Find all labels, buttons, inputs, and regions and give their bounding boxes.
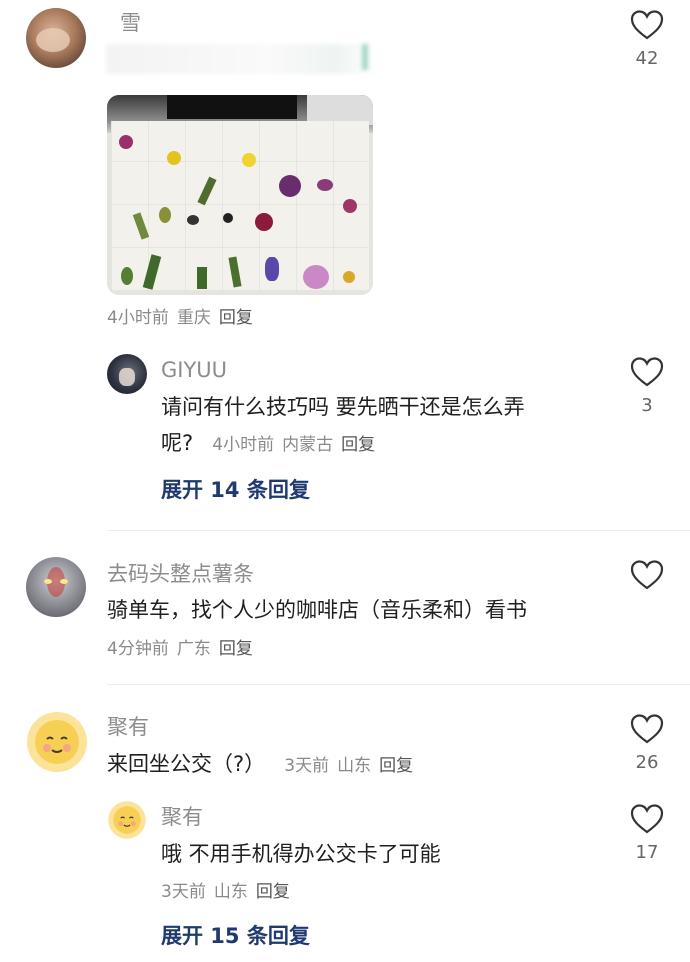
divider xyxy=(107,684,690,685)
heart-icon xyxy=(630,560,664,590)
comment-text-blurred xyxy=(106,44,376,74)
avatar-giyuu[interactable] xyxy=(107,354,147,394)
reply-button[interactable]: 回复 xyxy=(379,756,413,776)
reply-button[interactable]: 回复 xyxy=(219,639,253,659)
heart-icon xyxy=(630,714,664,744)
comment-meta: 3天前 山东 回复 xyxy=(284,756,413,776)
reply-meta: 3天前 山东 回复 xyxy=(161,880,290,904)
reply-time: 3天前 xyxy=(161,882,206,902)
reply-text: 哦 不用手机得办公交卡了可能 xyxy=(161,842,441,866)
comment-location: 重庆 xyxy=(176,308,211,328)
reply-time: 4小时前 xyxy=(212,435,275,455)
comment-time: 4分钟前 xyxy=(107,639,169,659)
like-button[interactable] xyxy=(630,804,664,834)
like-button[interactable] xyxy=(630,714,664,744)
comment-text: 骑单车，找个人少的咖啡店（音乐柔和）看书 xyxy=(107,598,527,622)
sun-emoji-icon xyxy=(108,801,146,839)
heart-icon xyxy=(630,804,664,834)
expand-replies-button[interactable]: 展开 14 条回复 xyxy=(161,476,310,504)
like-button[interactable] xyxy=(630,357,664,387)
reply-button[interactable]: 回复 xyxy=(341,435,375,455)
avatar-sun[interactable] xyxy=(25,710,89,774)
comment-time: 4小时前 xyxy=(107,308,169,328)
like-count: 26 xyxy=(635,752,659,773)
sun-emoji-icon xyxy=(27,712,87,772)
comment-time: 3天前 xyxy=(284,756,330,776)
avatar-xue[interactable] xyxy=(26,8,86,68)
reply-user-name[interactable]: 聚有 xyxy=(161,803,203,831)
like-count: 42 xyxy=(635,48,659,69)
reply-user-name[interactable]: GIYUU xyxy=(161,356,227,384)
divider xyxy=(107,530,690,531)
avatar-ultraman[interactable] xyxy=(26,557,86,617)
comment-meta: 4分钟前 广东 回复 xyxy=(107,637,253,661)
reply-location: 山东 xyxy=(213,882,248,902)
reply-button[interactable]: 回复 xyxy=(256,882,290,902)
reply-text-line2-row: 呢? 4小时前 内蒙古 回复 xyxy=(161,425,375,461)
heart-icon xyxy=(630,10,664,40)
comment-location: 山东 xyxy=(337,756,372,776)
comment-meta: 4小时前 重庆 回复 xyxy=(107,306,253,330)
reply-button[interactable]: 回复 xyxy=(219,308,253,328)
reply-text: 请问有什么技巧吗 要先晒干还是怎么弄 xyxy=(161,395,525,419)
expand-replies-button[interactable]: 展开 15 条回复 xyxy=(161,922,310,950)
reply-text-cont: 呢? xyxy=(161,431,194,455)
comment-image[interactable] xyxy=(107,95,373,295)
like-button[interactable] xyxy=(630,10,664,40)
comment-text: 来回坐公交（?） xyxy=(107,752,266,776)
comment-location: 广东 xyxy=(176,639,211,659)
comment-user-name[interactable]: 去码头整点薯条 xyxy=(107,560,254,588)
like-button[interactable] xyxy=(630,560,664,590)
blur-mark xyxy=(362,44,368,70)
comment-user-name[interactable]: 雪 xyxy=(120,9,141,37)
like-count: 17 xyxy=(635,842,659,863)
comment-user-name[interactable]: 聚有 xyxy=(107,713,149,741)
reply-location: 内蒙古 xyxy=(282,435,334,455)
comment-text-row: 来回坐公交（?） 3天前 山东 回复 xyxy=(107,746,413,782)
reply-meta: 4小时前 内蒙古 回复 xyxy=(212,435,375,455)
like-count: 3 xyxy=(641,395,653,416)
avatar-sun-small[interactable] xyxy=(107,800,147,840)
heart-icon xyxy=(630,357,664,387)
